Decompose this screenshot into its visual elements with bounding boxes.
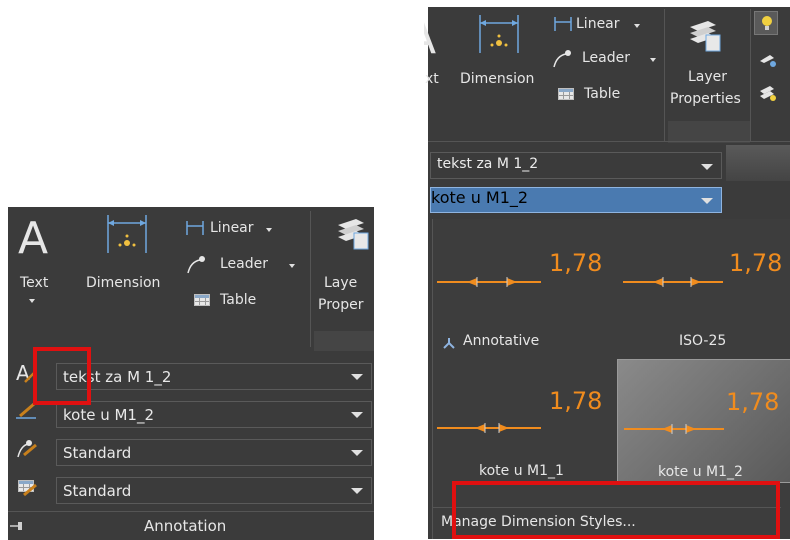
multileader-style-icon	[16, 439, 38, 459]
dimension-style-panel-right: A xt Dimension Linear Lea	[424, 7, 790, 539]
table-style-value: Standard	[63, 482, 132, 500]
divider	[664, 9, 665, 141]
text-a-icon: A	[18, 213, 49, 264]
dimension-tool-label: Dimension	[86, 275, 161, 291]
style-tile-kote-u-m1-2[interactable]: 1,78 kote u M1_2	[617, 359, 790, 483]
leader-icon	[187, 256, 205, 274]
chevron-down-icon	[351, 450, 363, 456]
dimension-arrows-icon	[467, 277, 517, 287]
multileader-style-value: Standard	[63, 444, 132, 462]
table-button[interactable]: Table	[194, 291, 274, 313]
dimension-arrows-icon	[653, 277, 701, 287]
dimension-arrows-icon	[662, 424, 696, 434]
text-style-dropdown[interactable]: tekst za M 1_2	[56, 363, 372, 390]
style-name: ISO-25	[679, 333, 727, 349]
linear-button[interactable]: Linear	[554, 15, 664, 37]
linear-button[interactable]: Linear	[186, 219, 296, 241]
panel-footer-strip	[314, 331, 374, 351]
layer-properties-label-2: Properties	[670, 91, 741, 107]
text-style-dropdown[interactable]: tekst za M 1_2	[430, 152, 722, 179]
table-button[interactable]: Table	[558, 85, 638, 107]
text-tool-button[interactable]: A Text	[12, 211, 60, 311]
table-label: Table	[220, 292, 257, 308]
dimension-icon	[107, 215, 147, 253]
style-preview-value: 1,78	[726, 388, 780, 416]
style-preview-value: 1,78	[729, 249, 783, 277]
layer-properties-label-1: Laye	[324, 275, 358, 291]
divider	[310, 211, 311, 347]
chevron-down-icon	[634, 24, 640, 28]
annotative-icon	[443, 338, 455, 349]
panel-edge-button	[726, 145, 790, 181]
highlight-box	[452, 481, 780, 539]
leader-button[interactable]: Leader	[552, 49, 668, 71]
dimension-arrows-icon	[475, 423, 509, 433]
lightbulb-icon	[762, 16, 772, 30]
chevron-down-icon	[351, 374, 363, 380]
dimension-icon	[479, 15, 519, 53]
dimension-tool-label: Dimension	[460, 71, 535, 87]
chevron-down-icon	[701, 164, 713, 170]
linear-label: Linear	[210, 220, 254, 236]
text-tool-label-partial: xt	[425, 71, 439, 87]
style-tile-annotative[interactable]: 1,78 Annotative	[433, 219, 613, 359]
chevron-down-icon	[701, 198, 713, 204]
style-tile-iso-25[interactable]: 1,78 ISO-25	[613, 219, 790, 359]
text-style-value: tekst za M 1_2	[437, 156, 539, 172]
annotation-panel-left: A Text Dimension Linear Leader Table Lay…	[8, 207, 374, 540]
pin-icon[interactable]	[10, 521, 24, 531]
layer-properties-icon	[690, 21, 721, 52]
layer-isolate-icon[interactable]	[758, 83, 778, 105]
table-style-icon	[16, 477, 38, 497]
text-tool-label: Text	[20, 275, 49, 291]
dimension-tool-button[interactable]: Dimension	[456, 11, 546, 101]
style-name: kote u M1_2	[658, 464, 743, 480]
dimension-style-dropdown[interactable]: kote u M1_2	[56, 401, 372, 428]
multileader-style-dropdown[interactable]: Standard	[56, 439, 372, 466]
chevron-down-icon	[289, 264, 295, 268]
linear-dimension-icon	[186, 221, 204, 235]
table-label: Table	[584, 86, 621, 102]
dimension-style-value: kote u M1_2	[63, 406, 155, 424]
layer-freeze-icon[interactable]	[758, 51, 778, 69]
text-a-icon: A	[424, 17, 436, 61]
divider	[750, 9, 751, 141]
style-preview-value: 1,78	[549, 249, 603, 277]
table-icon	[558, 88, 574, 100]
layer-properties-label-1: Layer	[688, 69, 728, 85]
style-preview-value: 1,78	[549, 387, 603, 415]
layer-properties-icon	[338, 219, 369, 250]
layer-properties-label-2: Proper	[318, 297, 364, 313]
panel-footer: Annotation	[8, 511, 374, 540]
chevron-down-icon	[351, 488, 363, 494]
highlight-box	[33, 347, 91, 405]
dimension-style-value: kote u M1_2	[431, 188, 529, 207]
linear-dimension-icon	[554, 17, 572, 31]
style-name: kote u M1_1	[479, 463, 564, 479]
dimension-tool-button[interactable]: Dimension	[84, 211, 176, 301]
table-icon	[194, 294, 210, 306]
style-name: Annotative	[463, 333, 540, 349]
chevron-down-icon	[650, 58, 656, 62]
leader-icon	[553, 50, 571, 68]
chevron-down-icon	[29, 299, 35, 303]
leader-label: Leader	[582, 50, 631, 66]
layer-properties-button[interactable]: Layer Properties	[668, 9, 752, 121]
panel-title[interactable]: Annotation	[144, 517, 226, 535]
panel-footer-strip	[668, 121, 750, 143]
style-tile-kote-u-m1-1[interactable]: 1,78 kote u M1_1	[433, 359, 613, 483]
linear-label: Linear	[576, 16, 620, 32]
text-tool-button[interactable]: A xt	[424, 11, 446, 111]
leader-label: Leader	[220, 256, 269, 272]
divider	[428, 141, 790, 142]
dimension-style-dropdown[interactable]: kote u M1_2	[430, 187, 722, 213]
layer-on-button[interactable]	[754, 11, 778, 35]
chevron-down-icon	[351, 412, 363, 418]
leader-button[interactable]: Leader	[186, 255, 306, 277]
layer-properties-button[interactable]: Laye Proper	[314, 211, 374, 321]
chevron-down-icon	[266, 228, 272, 232]
table-style-dropdown[interactable]: Standard	[56, 477, 372, 504]
